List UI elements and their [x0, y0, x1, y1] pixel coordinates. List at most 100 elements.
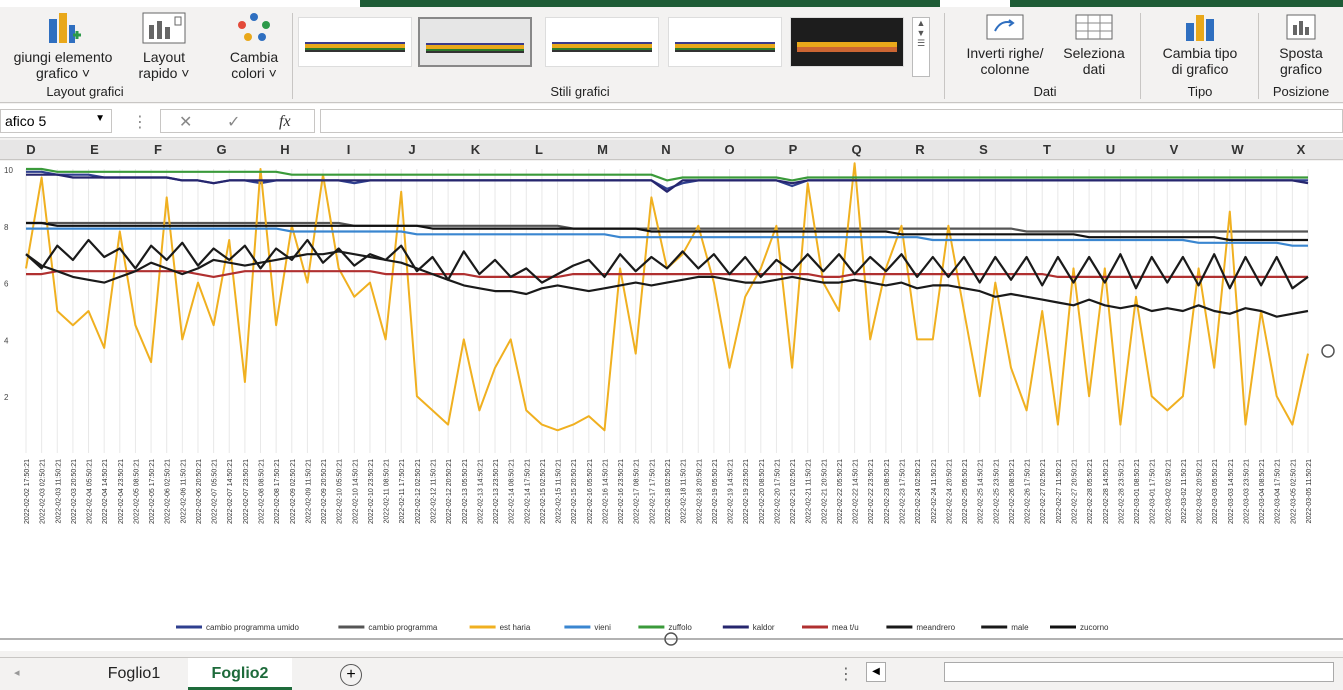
- x-tick-label: 2022-02-16 14:50:21: [603, 459, 610, 524]
- x-tick-label: 2022-02-06 20:50:21: [196, 459, 203, 524]
- tab-foglio1[interactable]: Foglio1: [84, 658, 184, 690]
- x-tick-label: 2022-02-20 08:50:21: [759, 459, 766, 524]
- column-header-i[interactable]: I: [334, 142, 364, 157]
- x-tick-label: 2022-02-27 02:50:21: [1040, 459, 1047, 524]
- switch-row-column-button[interactable]: Inverti righe/ colonne: [954, 13, 1056, 77]
- y-tick-label: 10: [4, 166, 13, 175]
- column-header-u[interactable]: U: [1096, 142, 1126, 157]
- x-tick-label: 2022-03-04 17:50:21: [1275, 459, 1282, 524]
- move-chart-button[interactable]: Sposta grafico: [1262, 13, 1340, 77]
- styles-scroll[interactable]: ▲ ▼ ☰: [912, 17, 930, 77]
- plus-icon: +: [346, 666, 356, 683]
- x-tick-label: 2022-02-25 05:50:21: [962, 459, 969, 524]
- column-header-d[interactable]: D: [16, 142, 46, 157]
- chart-area[interactable]: 10 8 6 4 2 2022-02-02 17:50:21 2022-02-03 02:5…: [0, 161, 1343, 651]
- scroll-up-icon[interactable]: ▲: [913, 18, 929, 28]
- legend-label: zuffolo: [668, 623, 692, 632]
- column-header-t[interactable]: T: [1032, 142, 1062, 157]
- tab-scroll-icon[interactable]: ◂: [14, 666, 20, 679]
- x-tick-label: 2022-03-02 20:50:21: [1197, 459, 1204, 524]
- chart-style-2[interactable]: [418, 17, 532, 67]
- column-header-l[interactable]: L: [524, 142, 554, 157]
- legend-label: mea t/u: [832, 623, 859, 632]
- x-tick-label: 2022-02-09 02:50:21: [290, 459, 297, 524]
- chart-style-1[interactable]: [298, 17, 412, 67]
- x-tick-label: 2022-02-15 02:50:21: [540, 459, 547, 524]
- group-label-data: Dati: [1033, 84, 1057, 99]
- x-tick-label: 2022-03-01 08:50:21: [1134, 459, 1141, 524]
- column-header-n[interactable]: N: [651, 142, 681, 157]
- x-tick-label: 2022-02-10 23:50:21: [368, 459, 375, 524]
- x-tick-label: 2022-03-02 11:50:21: [1181, 459, 1188, 524]
- x-tick-label: 2022-02-17 17:50:21: [649, 459, 656, 524]
- insert-function-icon[interactable]: fx: [279, 113, 291, 131]
- x-tick-label: 2022-03-03 23:50:21: [1244, 459, 1251, 524]
- column-header-p[interactable]: P: [778, 142, 808, 157]
- x-tick-label: 2022-02-05 08:50:21: [133, 459, 140, 524]
- x-tick-label: 2022-02-11 08:50:21: [384, 459, 391, 524]
- x-tick-label: 2022-02-04 23:50:21: [118, 459, 125, 524]
- add-sheet-button[interactable]: +: [340, 664, 362, 686]
- color-palette-icon: [238, 13, 270, 41]
- chevron-down-icon[interactable]: ▼: [95, 113, 105, 124]
- column-header-m[interactable]: M: [588, 142, 618, 157]
- x-tick-label: 2022-02-27 11:50:21: [1056, 459, 1063, 524]
- horizontal-scrollbar[interactable]: [944, 662, 1334, 682]
- column-header-r[interactable]: R: [905, 142, 935, 157]
- x-tick-label: 2022-02-26 17:50:21: [1025, 459, 1032, 524]
- scroll-down-icon[interactable]: ▼: [913, 28, 929, 38]
- quick-layout-button[interactable]: Layout rapido ˅: [130, 11, 198, 81]
- column-header-o[interactable]: O: [715, 142, 745, 157]
- x-tick-label: 2022-02-03 20:50:21: [71, 459, 78, 524]
- column-header-f[interactable]: F: [143, 142, 173, 157]
- x-tick-label: 2022-02-08 08:50:21: [259, 459, 266, 524]
- column-header-q[interactable]: Q: [842, 142, 872, 157]
- x-tick-label: 2022-02-21 02:50:21: [790, 459, 797, 524]
- y-tick-label: 6: [4, 280, 9, 289]
- change-chart-type-label: Cambia tipo di grafico: [1162, 45, 1238, 77]
- chart-style-3[interactable]: [545, 17, 659, 67]
- change-colors-label: Cambia colori ˅: [229, 49, 279, 81]
- column-header-h[interactable]: H: [270, 142, 300, 157]
- add-chart-element-button[interactable]: giungi elemento grafico ˅: [0, 11, 126, 81]
- x-tick-label: 2022-02-25 14:50:21: [978, 459, 985, 524]
- hscroll-left-button[interactable]: ◀: [866, 662, 886, 682]
- column-header-v[interactable]: V: [1159, 142, 1189, 157]
- change-chart-type-button[interactable]: Cambia tipo di grafico: [1148, 13, 1252, 77]
- x-tick-label: 2022-02-24 02:50:21: [915, 459, 922, 524]
- x-tick-label: 2022-02-23 08:50:21: [884, 459, 891, 524]
- x-tick-label: 2022-03-04 08:50:21: [1259, 459, 1266, 524]
- name-box[interactable]: afico 5 ▼: [0, 109, 112, 133]
- sheet-tabs: ◂ Foglio1 Foglio2 + ⋮ ◀: [0, 657, 1343, 690]
- chart-style-5[interactable]: [790, 17, 904, 67]
- tab-foglio2[interactable]: Foglio2: [188, 658, 292, 690]
- legend-label: male: [1011, 623, 1029, 632]
- formula-bar: afico 5 ▼ ⋮ ✕ ✓ fx: [0, 104, 1343, 138]
- group-label-position: Posizione: [1272, 84, 1330, 99]
- x-tick-label: 2022-02-24 11:50:21: [931, 459, 938, 524]
- more-styles-icon[interactable]: ☰: [913, 38, 929, 49]
- x-tick-label: 2022-02-15 20:50:21: [571, 459, 578, 524]
- x-tick-label: 2022-02-25 23:50:21: [993, 459, 1000, 524]
- column-header-s[interactable]: S: [969, 142, 999, 157]
- column-header-k[interactable]: K: [461, 142, 491, 157]
- x-tick-label: 2022-02-06 11:50:21: [180, 459, 187, 524]
- x-tick-label: 2022-02-12 20:50:21: [446, 459, 453, 524]
- x-tick-label: 2022-02-14 17:50:21: [524, 459, 531, 524]
- cancel-icon[interactable]: ✕: [179, 112, 192, 132]
- x-tick-label: 2022-02-18 20:50:21: [696, 459, 703, 524]
- column-header-g[interactable]: G: [207, 142, 237, 157]
- move-chart-icon: [1286, 14, 1316, 40]
- column-header-x[interactable]: X: [1286, 142, 1316, 157]
- x-tick-label: 2022-02-07 05:50:21: [212, 459, 219, 524]
- confirm-icon[interactable]: ✓: [227, 112, 240, 132]
- x-tick-label: 2022-02-24 20:50:21: [946, 459, 953, 524]
- formula-input[interactable]: [320, 109, 1343, 133]
- add-chart-element-icon: [49, 13, 81, 43]
- column-header-j[interactable]: J: [397, 142, 427, 157]
- column-header-e[interactable]: E: [80, 142, 110, 157]
- select-data-button[interactable]: Seleziona dati: [1056, 13, 1132, 77]
- column-header-w[interactable]: W: [1223, 142, 1253, 157]
- chart-style-4[interactable]: [668, 17, 782, 67]
- change-colors-button[interactable]: Cambia colori ˅: [216, 11, 292, 81]
